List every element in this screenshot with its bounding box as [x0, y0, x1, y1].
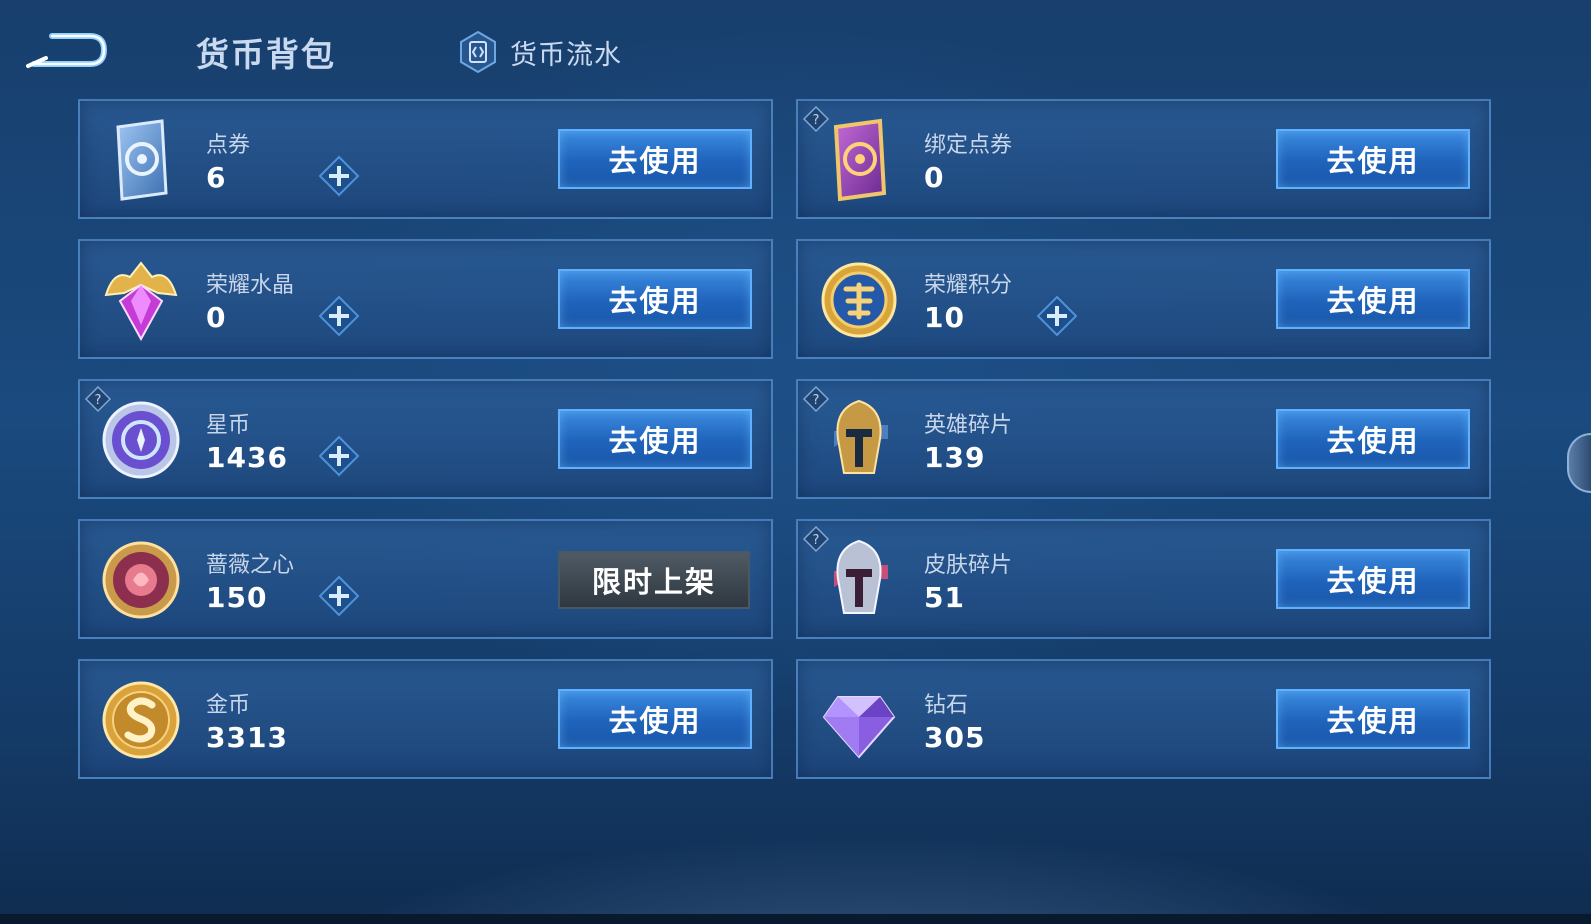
use-button[interactable]: 去使用 [558, 269, 752, 329]
currency-card-gold-coin: 金币 3313 去使用 [78, 659, 773, 779]
use-button[interactable]: 去使用 [1276, 409, 1470, 469]
currency-card-skin-shard: ? 皮肤碎片 51 去使用 [796, 519, 1491, 639]
tab-currency-flow-label: 货币流水 [510, 39, 622, 71]
star-coin-icon [102, 401, 180, 479]
plus-icon[interactable] [318, 435, 360, 477]
glory-crystal-icon [104, 261, 178, 342]
skin-helmet-shard-icon [834, 539, 888, 614]
rose-heart-coin-icon [102, 541, 180, 619]
plus-icon[interactable] [1036, 295, 1078, 337]
voucher-card-icon [116, 119, 168, 201]
currency-card-hero-shard: ? 英雄碎片 139 去使用 [796, 379, 1491, 499]
currency-card-diamond: 钻石 305 去使用 [796, 659, 1491, 779]
tab-currency-flow[interactable]: 货币流水 [458, 30, 622, 74]
currency-amount: 3313 [206, 721, 288, 754]
bound-voucher-card-icon [833, 118, 887, 202]
page-title: 货币背包 [196, 35, 336, 74]
currency-card-star-coin: ? 星币 1436 去使用 [78, 379, 773, 499]
currency-amount: 0 [206, 301, 227, 334]
glory-points-coin-icon [821, 262, 897, 338]
currency-amount: 150 [206, 581, 268, 614]
currency-name: 蔷薇之心 [206, 553, 295, 578]
side-panel-handle[interactable] [1567, 433, 1591, 493]
use-button[interactable]: 去使用 [1276, 549, 1470, 609]
currency-name: 皮肤碎片 [924, 553, 1013, 578]
currency-name: 星币 [206, 413, 251, 438]
back-button[interactable] [24, 28, 108, 72]
currency-name: 绑定点券 [924, 133, 1013, 158]
currency-card-bound-voucher: ? 绑定点券 0 去使用 [796, 99, 1491, 219]
use-button[interactable]: 去使用 [1276, 689, 1470, 749]
currency-name: 钻石 [924, 693, 969, 718]
bottom-bar [0, 914, 1591, 924]
use-button[interactable]: 去使用 [1276, 129, 1470, 189]
plus-icon[interactable] [318, 295, 360, 337]
currency-name: 点券 [206, 133, 251, 158]
use-button[interactable]: 去使用 [558, 689, 752, 749]
gold-coin-icon [102, 681, 180, 759]
currency-card-voucher: 点券 6 去使用 [78, 99, 773, 219]
currency-name: 英雄碎片 [924, 413, 1013, 438]
use-button[interactable]: 去使用 [558, 409, 752, 469]
currency-name: 荣耀积分 [924, 273, 1013, 298]
currency-amount: 0 [924, 161, 945, 194]
currency-name: 金币 [206, 693, 251, 718]
plus-icon[interactable] [318, 155, 360, 197]
currency-card-glory-points: 荣耀积分 10 去使用 [796, 239, 1491, 359]
currency-amount: 139 [924, 441, 986, 474]
diamond-icon [822, 696, 896, 759]
currency-flow-icon [460, 30, 496, 74]
hero-helmet-shard-icon [834, 399, 888, 474]
plus-icon[interactable] [318, 575, 360, 617]
currency-name: 荣耀水晶 [206, 273, 295, 298]
currency-amount: 1436 [206, 441, 288, 474]
currency-card-glory-crystal: 荣耀水晶 0 去使用 [78, 239, 773, 359]
currency-card-rose-heart: 蔷薇之心 150 限时上架 [78, 519, 773, 639]
limited-time-button[interactable]: 限时上架 [558, 551, 750, 609]
currency-amount: 6 [206, 161, 227, 194]
currency-amount: 51 [924, 581, 965, 614]
back-arrow-icon [26, 33, 108, 68]
currency-amount: 305 [924, 721, 986, 754]
use-button[interactable]: 去使用 [558, 129, 752, 189]
use-button[interactable]: 去使用 [1276, 269, 1470, 329]
currency-amount: 10 [924, 301, 965, 334]
